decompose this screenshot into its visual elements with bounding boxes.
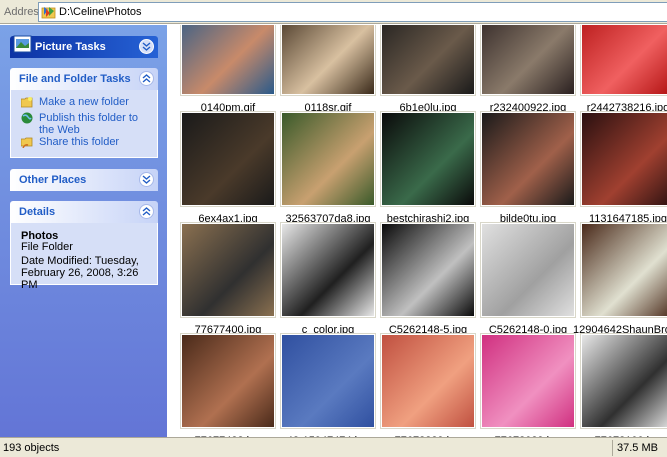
other-places-title: Other Places: [19, 174, 87, 186]
picture-tasks-icon: [13, 35, 32, 53]
thumbnail-image: [582, 25, 667, 94]
thumbnail-image: [482, 113, 574, 205]
chevron-down-icon[interactable]: [139, 172, 154, 187]
thumbnail-item[interactable]: [580, 222, 667, 318]
details-type: File Folder: [21, 241, 73, 253]
thumbnail-item[interactable]: [580, 333, 667, 429]
thumbnail-item[interactable]: [380, 222, 476, 318]
status-bar: 193 objects 37.5 MB: [0, 437, 667, 457]
thumbnail-image: [182, 335, 274, 427]
thumbnail-item[interactable]: [180, 333, 276, 429]
picture-tasks-header[interactable]: Picture Tasks: [10, 35, 158, 58]
thumbnail-image: [282, 335, 374, 427]
file-folder-tasks-title: File and Folder Tasks: [19, 73, 131, 85]
thumbnail-image: [282, 113, 374, 205]
chevron-up-icon[interactable]: [139, 204, 154, 219]
thumbnail-image: [582, 335, 667, 427]
thumbnail-image: [482, 224, 574, 316]
thumbnail-item[interactable]: [180, 222, 276, 318]
chevron-up-icon[interactable]: [139, 71, 154, 86]
thumbnail-image: [282, 25, 374, 94]
thumbnail-item[interactable]: [180, 25, 276, 96]
thumbnail-item[interactable]: [580, 111, 667, 207]
status-size: 37.5 MB: [617, 442, 658, 454]
thumbnail-image: [182, 224, 274, 316]
thumbnail-item[interactable]: [480, 222, 576, 318]
thumbnail-item[interactable]: [280, 222, 376, 318]
details-body: Photos File Folder Date Modified: Tuesda…: [10, 223, 158, 291]
thumbnail-image: [582, 113, 667, 205]
thumbnail-item[interactable]: [280, 333, 376, 429]
thumbnail-item[interactable]: [480, 111, 576, 207]
thumbnail-item[interactable]: [180, 111, 276, 207]
folder-icon: [41, 7, 56, 19]
thumbnail-item[interactable]: [280, 111, 376, 207]
address-input[interactable]: D:\Celine\Photos: [38, 2, 667, 22]
thumbnail-image: [382, 25, 474, 94]
file-folder-tasks-body: Make a new folder Publish this folder to…: [10, 90, 158, 158]
thumbnail-image: [382, 113, 474, 205]
thumbnail-item[interactable]: [480, 25, 576, 96]
other-places-header[interactable]: Other Places: [10, 169, 158, 191]
status-object-count: 193 objects: [3, 442, 60, 454]
details-modified: Date Modified: Tuesday, February 26, 200…: [21, 255, 139, 291]
thumbnail-item[interactable]: [380, 333, 476, 429]
picture-tasks-title: Picture Tasks: [35, 41, 106, 53]
status-divider: [612, 440, 613, 456]
thumbnail-item[interactable]: [280, 25, 376, 96]
details-title: Details: [19, 206, 56, 218]
thumbnail-image: [282, 224, 374, 316]
thumbnail-image: [482, 25, 574, 94]
thumbnail-item[interactable]: [380, 25, 476, 96]
chevron-down-icon[interactable]: [139, 39, 154, 54]
thumbnail-image: [382, 335, 474, 427]
thumbnail-item[interactable]: [480, 333, 576, 429]
globe-icon: [21, 112, 33, 124]
task-pane: Picture Tasks File and Folder Tasks Make…: [0, 25, 167, 437]
thumbnail-item[interactable]: [580, 25, 667, 96]
thumbnail-item[interactable]: [380, 111, 476, 207]
address-bar: Address D:\Celine\Photos: [0, 0, 667, 24]
thumbnail-image: [382, 224, 474, 316]
thumbnail-view[interactable]: 0140pm.gif 0118sr.gif 6b1e0lu.jpg r23240092…: [167, 25, 667, 437]
thumbnail-image: [482, 335, 574, 427]
address-path: D:\Celine\Photos: [59, 6, 142, 18]
thumbnail-image: [582, 224, 667, 316]
share-folder-icon: [21, 137, 33, 148]
thumbnail-image: [182, 25, 274, 94]
details-header[interactable]: Details: [10, 201, 158, 223]
new-folder-icon: [21, 97, 33, 108]
thumbnail-image: [182, 113, 274, 205]
file-folder-tasks-header[interactable]: File and Folder Tasks: [10, 68, 158, 90]
